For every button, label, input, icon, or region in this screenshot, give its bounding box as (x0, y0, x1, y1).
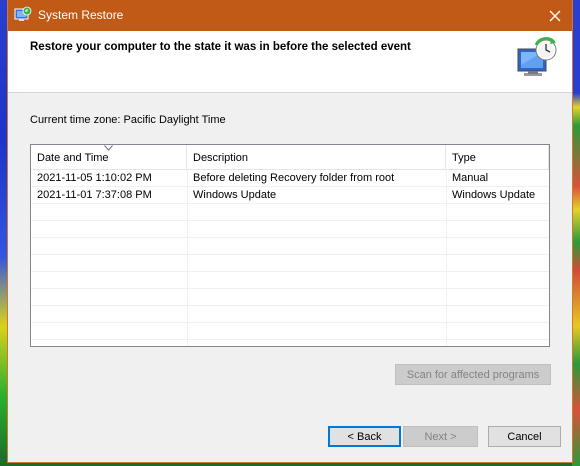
cell-type: Windows Update (452, 189, 536, 201)
table-row[interactable]: 2021-11-01 7:37:08 PM Windows Update Win… (31, 187, 549, 204)
close-button[interactable] (538, 0, 572, 31)
cell-type: Manual (452, 172, 489, 184)
wizard-header: Restore your computer to the state it wa… (8, 31, 572, 93)
table-header: Date and Time Description Type (31, 145, 549, 170)
cancel-button[interactable]: Cancel (488, 426, 561, 447)
restore-computer-icon (517, 37, 557, 76)
sort-descending-icon (104, 145, 113, 151)
restore-points-table: Date and Time Description Type 2021-11-0… (30, 144, 550, 347)
timezone-label: Current time zone: Pacific Daylight Time (30, 114, 226, 126)
empty-row (31, 221, 549, 238)
back-button[interactable]: < Back (328, 426, 401, 447)
table-row[interactable]: 2021-11-05 1:10:02 PM Before deleting Re… (31, 170, 549, 187)
column-header-type[interactable]: Type (446, 145, 549, 169)
close-icon (549, 10, 561, 21)
empty-row (31, 323, 549, 340)
next-button[interactable]: Next > (403, 426, 478, 447)
cell-date: 2021-11-05 1:10:02 PM (37, 172, 152, 184)
desktop-background-left (0, 0, 8, 466)
column-header-description[interactable]: Description (187, 145, 446, 169)
scan-affected-programs-button[interactable]: Scan for affected programs (395, 364, 551, 385)
empty-row (31, 204, 549, 221)
empty-row (31, 306, 549, 323)
cell-description: Windows Update (193, 189, 277, 201)
empty-row (31, 255, 549, 272)
system-restore-icon (14, 6, 32, 21)
window-title: System Restore (38, 8, 124, 22)
cell-description: Before deleting Recovery folder from roo… (193, 172, 395, 184)
desktop-background-right (572, 0, 580, 466)
empty-row (31, 272, 549, 289)
title-bar[interactable]: System Restore (8, 0, 572, 31)
page-title: Restore your computer to the state it wa… (30, 41, 411, 53)
system-restore-window: System Restore Restore your computer to … (8, 0, 572, 462)
empty-row (31, 289, 549, 306)
cell-date: 2021-11-01 7:37:08 PM (37, 189, 152, 201)
empty-row (31, 238, 549, 255)
